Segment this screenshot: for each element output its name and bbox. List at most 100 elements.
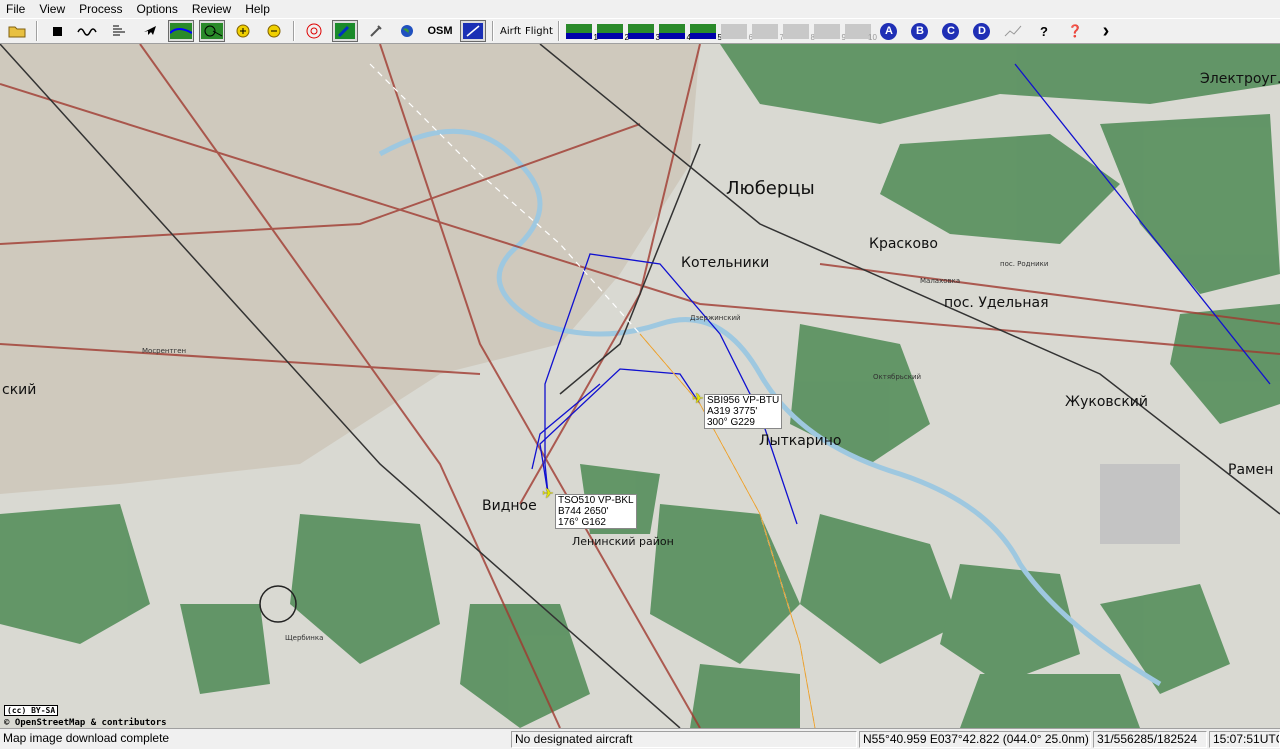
aircraft-callsign: SBI956 VP-BTU xyxy=(707,395,780,406)
toolbar-separator xyxy=(557,21,560,41)
toolbar-separator xyxy=(36,21,38,41)
aircraft-type-alt: B744 2650' xyxy=(558,506,609,517)
menu-view[interactable]: View xyxy=(33,2,73,16)
aircraft-label[interactable]: TSO510 VP-BKL B744 2650' 176° G162 xyxy=(555,494,637,529)
selection-10-button[interactable]: 10 xyxy=(844,20,877,42)
filter-d-icon: D xyxy=(973,22,991,40)
open-folder-icon[interactable] xyxy=(4,20,30,42)
credit-text: © OpenStreetMap & contributors xyxy=(4,718,167,728)
settings-map-icon[interactable] xyxy=(332,20,358,42)
selection-map-icon: 8 xyxy=(782,23,815,42)
filter-a-icon: A xyxy=(880,22,898,40)
status-counts: 31/556285/182524 xyxy=(1093,731,1207,748)
place-leninsky: Ленинский район xyxy=(572,535,674,548)
airfield xyxy=(1100,464,1180,544)
tools-icon[interactable] xyxy=(363,20,389,42)
graph-icon[interactable] xyxy=(1000,20,1026,42)
place-zhukovsky: Жуковский xyxy=(1065,394,1148,410)
selection-map-icon: 7 xyxy=(751,23,784,42)
status-message: Map image download complete xyxy=(3,731,170,745)
place-rodniki: пос. Родники xyxy=(1000,260,1049,268)
filter-c-button[interactable]: C xyxy=(938,20,964,42)
place-lytkarino: Лыткарино xyxy=(759,433,842,449)
toolbar-separator xyxy=(293,21,295,41)
map-view-icon[interactable] xyxy=(168,20,194,42)
aircraft-icon[interactable]: ✈ xyxy=(692,390,704,407)
aircraft-heading-speed: 176° G162 xyxy=(558,517,606,528)
aircraft-icon[interactable]: ✈ xyxy=(542,485,554,502)
selection-map-icon: 5 xyxy=(689,23,722,42)
selection-map-icon: 9 xyxy=(813,23,846,42)
aircraft-heading-speed: 300° G229 xyxy=(707,417,755,428)
place-ramenskoe: Рамен xyxy=(1228,462,1274,478)
aircraft-type-alt: A319 3775' xyxy=(707,406,758,417)
filter-b-icon: B xyxy=(911,22,929,40)
globe-icon[interactable] xyxy=(394,20,420,42)
waveform-icon[interactable] xyxy=(75,20,101,42)
selection-map-icon: 2 xyxy=(596,23,629,42)
selection-3-button[interactable]: 3 xyxy=(627,20,660,42)
selection-4-button[interactable]: 4 xyxy=(658,20,691,42)
zoom-out-icon[interactable] xyxy=(261,20,287,42)
selection-6-button[interactable]: 6 xyxy=(720,20,753,42)
track-view-icon[interactable] xyxy=(199,20,225,42)
status-position: N55°40.959 E037°42.822 (044.0° 25.0nm) xyxy=(859,731,1091,748)
selection-5-button[interactable]: 5 xyxy=(689,20,722,42)
place-vidnoe: Видное xyxy=(482,498,537,514)
route-icon[interactable] xyxy=(460,20,486,42)
menu-bar: File View Process Options Review Help xyxy=(0,0,1280,18)
place-shcherbinka: Щербинка xyxy=(285,634,324,642)
menu-options[interactable]: Options xyxy=(131,2,186,16)
selection-map-icon: 10 xyxy=(844,23,877,42)
next-icon[interactable]: › xyxy=(1093,20,1119,42)
osm-button[interactable]: OSM xyxy=(425,20,455,42)
filter-a-button[interactable]: A xyxy=(876,20,902,42)
context-help-icon[interactable]: ❓ xyxy=(1062,20,1088,42)
airplane-icon[interactable] xyxy=(137,20,163,42)
selection-8-button[interactable]: 8 xyxy=(782,20,815,42)
map-tiles xyxy=(0,44,1280,728)
status-time: 15:07:51UTC xyxy=(1209,731,1280,748)
selection-map-icon: 6 xyxy=(720,23,753,42)
place-udelnaya: пос. Удельная xyxy=(944,295,1049,311)
menu-process[interactable]: Process xyxy=(73,2,130,16)
menu-review[interactable]: Review xyxy=(186,2,239,16)
selection-2-button[interactable]: 2 xyxy=(596,20,629,42)
place-mosrentgen: Мосрентген xyxy=(142,347,187,355)
toolbar: OSM Airft Flight 1 2 3 4 5 6 7 8 9 10 A … xyxy=(0,18,1280,44)
aircraft-button[interactable]: Airft xyxy=(500,26,521,37)
place-dzerzhinsky: Дзержинский xyxy=(690,314,741,322)
filter-b-button[interactable]: B xyxy=(907,20,933,42)
help-icon[interactable]: ? xyxy=(1031,20,1057,42)
place-partial-left: ский xyxy=(2,382,37,398)
aircraft-label[interactable]: SBI956 VP-BTU A319 3775' 300° G229 xyxy=(704,394,783,429)
selection-map-icon: 4 xyxy=(658,23,691,42)
target-icon[interactable] xyxy=(301,20,327,42)
cc-license-badge: (cc) BY-SA xyxy=(4,705,59,716)
selection-map-icon: 1 xyxy=(565,23,598,42)
status-bar: Map image download complete No designate… xyxy=(0,728,1280,749)
place-kotelniki: Котельники xyxy=(681,255,770,271)
stop-icon[interactable] xyxy=(44,20,70,42)
zoom-in-icon[interactable] xyxy=(230,20,256,42)
place-oktyabrsky: Октябрьский xyxy=(873,373,922,381)
filter-c-icon: C xyxy=(942,22,960,40)
menu-help[interactable]: Help xyxy=(239,2,278,16)
list-sort-icon[interactable] xyxy=(106,20,132,42)
filter-d-button[interactable]: D xyxy=(969,20,995,42)
place-kraskovo: Красково xyxy=(869,236,938,252)
selection-7-button[interactable]: 7 xyxy=(751,20,784,42)
menu-file[interactable]: File xyxy=(0,2,33,16)
map-canvas[interactable]: Люберцы Котельники Красково пос. Удельна… xyxy=(0,44,1280,728)
status-designated: No designated aircraft xyxy=(511,731,857,748)
urban-area xyxy=(0,44,700,494)
place-malakhovka: Малаховка xyxy=(920,277,961,285)
place-lyubertsy: Люберцы xyxy=(726,178,815,199)
selection-9-button[interactable]: 9 xyxy=(813,20,846,42)
aircraft-callsign: TSO510 VP-BKL xyxy=(558,495,634,506)
toolbar-separator xyxy=(492,21,494,41)
selection-1-button[interactable]: 1 xyxy=(565,20,598,42)
selection-map-icon: 3 xyxy=(627,23,660,42)
flight-button[interactable]: Flight xyxy=(525,26,553,37)
map-credit: (cc) BY-SA © OpenStreetMap & contributor… xyxy=(4,705,167,728)
